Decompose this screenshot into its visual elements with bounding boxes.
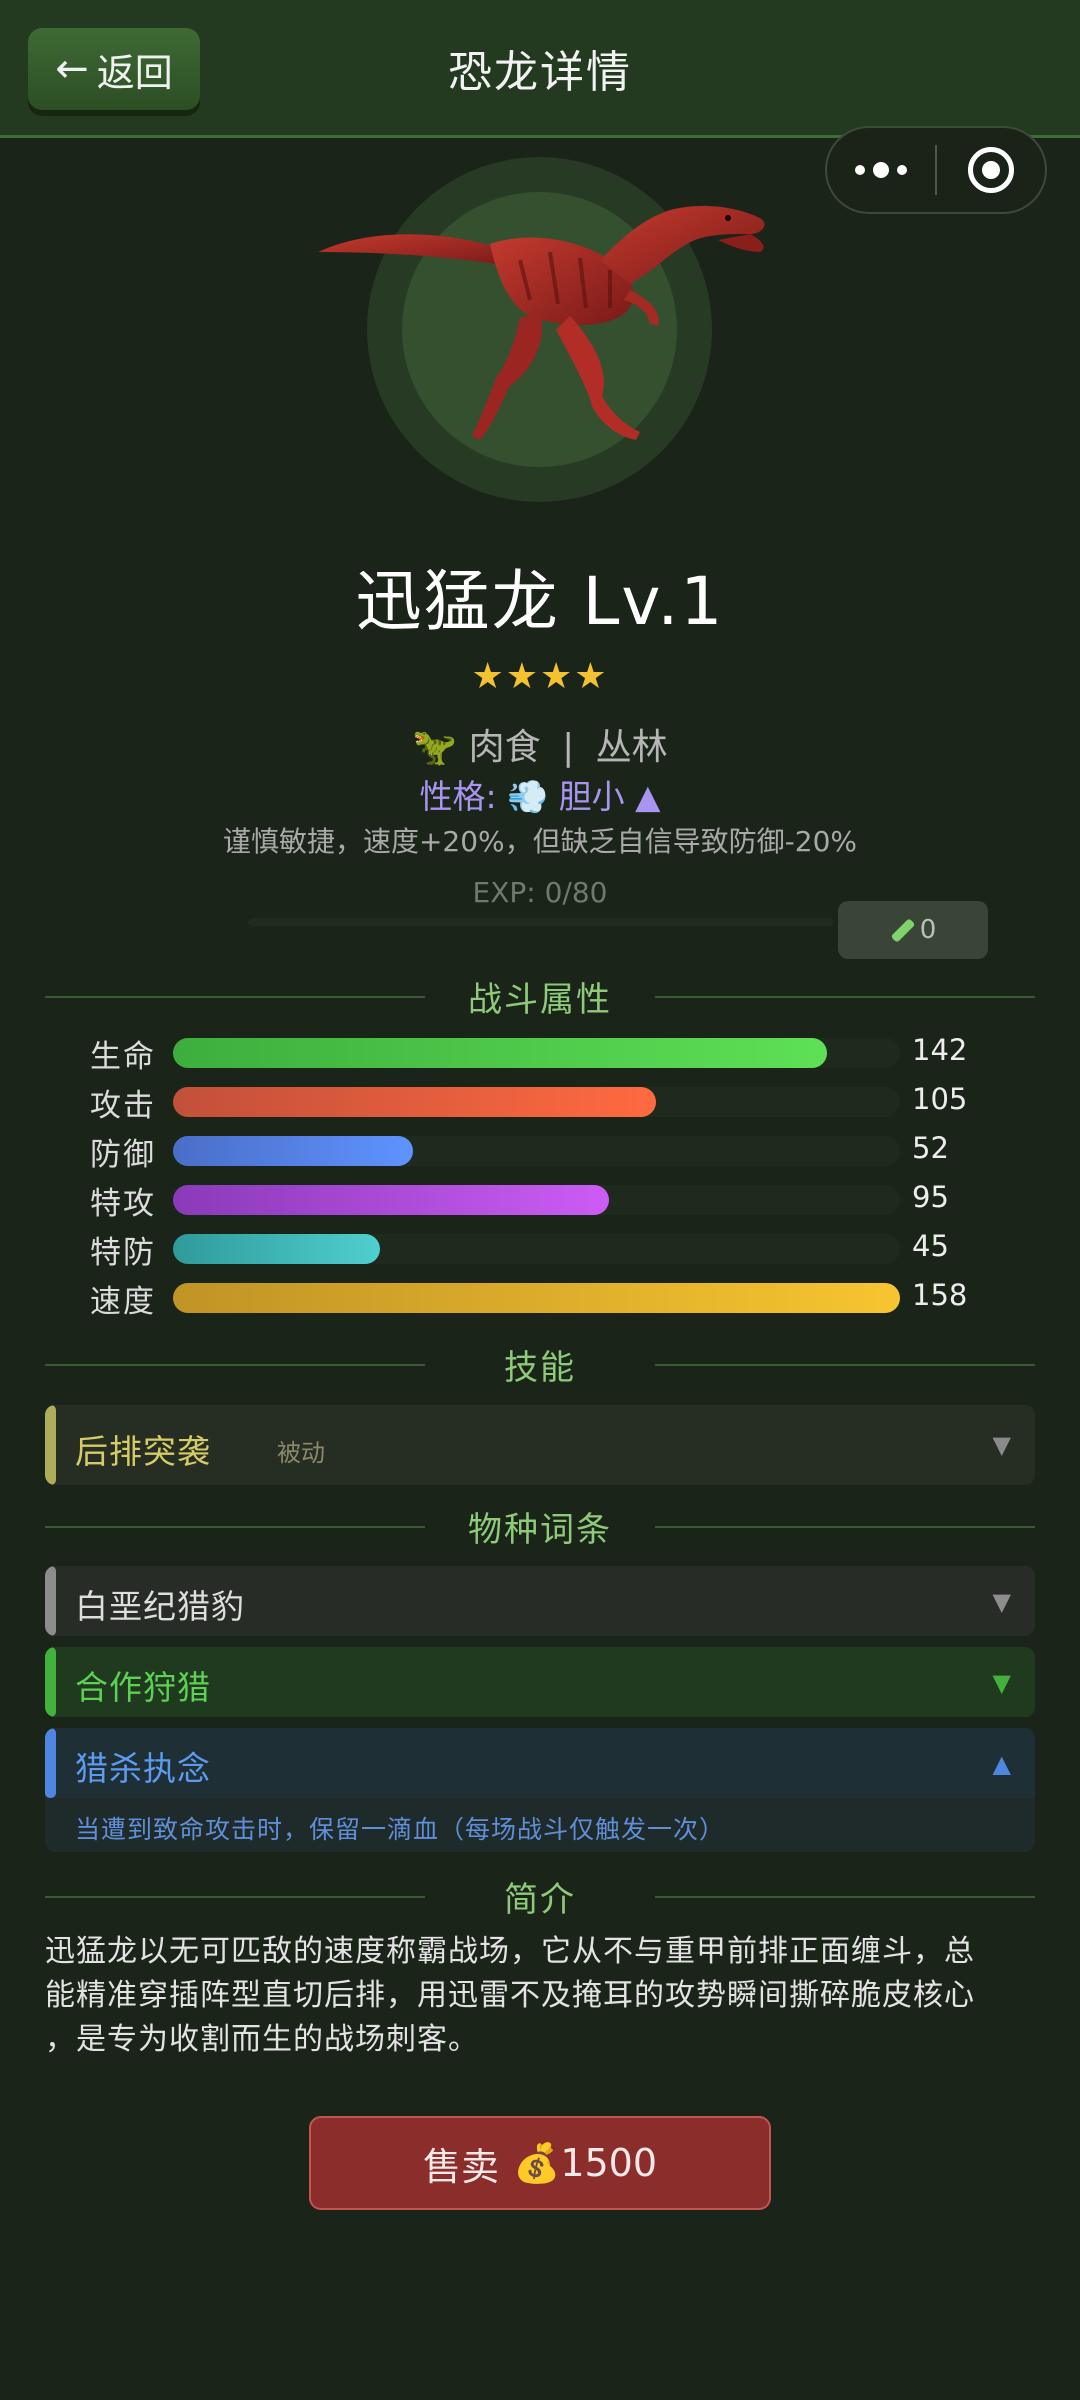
dino-name-level: 迅猛龙 Lv.1 (355, 563, 725, 640)
trait-panel-2[interactable]: 合作狩猎 ▼ (45, 1647, 1035, 1717)
section-skills-title: 技能 (504, 1348, 576, 1388)
stat-bar-track (173, 1234, 900, 1264)
stat-bar-fill (173, 1038, 828, 1068)
skill-name: 后排突袭 (75, 1432, 211, 1471)
syringe-icon (890, 917, 916, 943)
more-dots-icon[interactable] (827, 128, 935, 212)
stat-label: 特防 (90, 1235, 156, 1271)
trait-desc-3: 当遭到致命攻击时，保留一滴血（每场战斗仅触发一次） (45, 1798, 1035, 1852)
stat-bar-fill (173, 1185, 610, 1215)
stat-value: 45 (912, 1229, 949, 1263)
stat-label: 速度 (90, 1284, 156, 1320)
section-traits-title: 物种词条 (468, 1510, 612, 1550)
personality-label: 性格: (419, 777, 497, 816)
stat-bar-track (173, 1283, 900, 1313)
habitat-label: 丛林 (595, 727, 668, 768)
skill-panel[interactable]: 后排突袭 被动 ▼ (45, 1405, 1035, 1485)
stat-bar-track (173, 1087, 900, 1117)
diet-habitat: 🦖 肉食 | 丛林 (0, 718, 1080, 770)
personality-description: 谨慎敏捷，速度+20%，但缺乏自信导致防御-20% (222, 825, 858, 858)
stat-bar-track (173, 1136, 900, 1166)
stat-value: 95 (912, 1180, 949, 1214)
miniprogram-capsule (825, 126, 1047, 214)
diet-label: 肉食 (468, 727, 541, 768)
target-circle-icon[interactable] (937, 128, 1045, 212)
intro-line: 能精准穿插阵型直切后排，用迅雷不及掩耳的攻势瞬间撕碎脆皮核心 (45, 1978, 975, 2013)
trait-panel-3[interactable]: 猎杀执念 ▲ (45, 1728, 1035, 1798)
section-intro-title: 简介 (504, 1880, 576, 1920)
wind-icon: 💨 (507, 777, 549, 816)
chevron-down-icon: ▼ (992, 1669, 1011, 1697)
stat-bar-fill (173, 1087, 657, 1117)
stat-label: 防御 (90, 1137, 156, 1173)
trait-name-1: 白垩纪猎豹 (75, 1587, 245, 1626)
item-count: 0 (919, 915, 937, 945)
money-bag-icon: 💰 (512, 2140, 561, 2185)
header-bar: ← 返回 恐龙详情 (0, 0, 1080, 138)
exp-bar (248, 918, 833, 926)
meta-divider: | (562, 727, 575, 768)
stat-bar-fill (173, 1283, 900, 1313)
sell-label: 售卖 (422, 2144, 499, 2189)
stat-bar-fill (173, 1136, 413, 1166)
stat-bar-track (173, 1185, 900, 1215)
intro-line: ，是专为收割而生的战场刺客。 (45, 2022, 479, 2057)
personality-name: 胆小 (558, 777, 625, 816)
velociraptor-image (318, 205, 765, 440)
stat-label: 特攻 (90, 1186, 156, 1222)
chevron-up-icon: ▲ (992, 1750, 1011, 1778)
section-stats-title: 战斗属性 (468, 980, 612, 1020)
stat-value: 105 (912, 1082, 968, 1116)
trait-desc-text: 当遭到致命攻击时，保留一滴血（每场战斗仅触发一次） (75, 1815, 726, 1844)
sell-price: 1500 (560, 2140, 658, 2185)
stat-bar-track (173, 1038, 900, 1068)
sell-button[interactable]: 售卖 💰1500 (309, 2116, 771, 2210)
section-stats: 战斗属性 (45, 972, 1035, 1020)
stat-row: 特攻 95 (90, 1176, 990, 1222)
stat-row: 生命 142 (90, 1029, 990, 1075)
trait-name-3: 猎杀执念 (75, 1749, 211, 1788)
stat-value: 52 (912, 1131, 949, 1165)
up-triangle-icon: ▲ (635, 777, 661, 816)
stat-bar-fill (173, 1234, 381, 1264)
stat-label: 生命 (90, 1039, 156, 1075)
stat-label: 攻击 (90, 1088, 156, 1124)
section-intro: 简介 (45, 1872, 1035, 1920)
section-traits: 物种词条 (45, 1502, 1035, 1550)
stat-row: 防御 52 (90, 1127, 990, 1173)
intro-text: 迅猛龙以无可匹敌的速度称霸战场，它从不与重甲前排正面缠斗，总 能精准穿插阵型直切… (45, 1930, 1035, 2062)
dinosaur-icon: 🦖 (412, 727, 458, 768)
intro-line: 迅猛龙以无可匹敌的速度称霸战场，它从不与重甲前排正面缠斗，总 (45, 1934, 975, 1969)
stat-row: 速度 158 (90, 1274, 990, 1320)
chevron-down-icon: ▼ (992, 1588, 1011, 1616)
page-title: 恐龙详情 (448, 47, 632, 98)
stat-value: 158 (912, 1278, 968, 1312)
use-item-button[interactable]: 0 (838, 901, 988, 959)
rarity-stars: ★★★★ (471, 656, 609, 697)
section-skills: 技能 (45, 1340, 1035, 1388)
chevron-down-icon: ▼ (992, 1431, 1011, 1459)
stat-row: 攻击 105 (90, 1078, 990, 1124)
trait-panel-1[interactable]: 白垩纪猎豹 ▼ (45, 1566, 1035, 1636)
stat-row: 特防 45 (90, 1225, 990, 1271)
stat-value: 142 (912, 1033, 968, 1067)
trait-name-2: 合作狩猎 (75, 1668, 211, 1707)
skill-tag: 被动 (277, 1439, 325, 1467)
personality-line: 性格: 💨 胆小 ▲ (0, 770, 1080, 818)
